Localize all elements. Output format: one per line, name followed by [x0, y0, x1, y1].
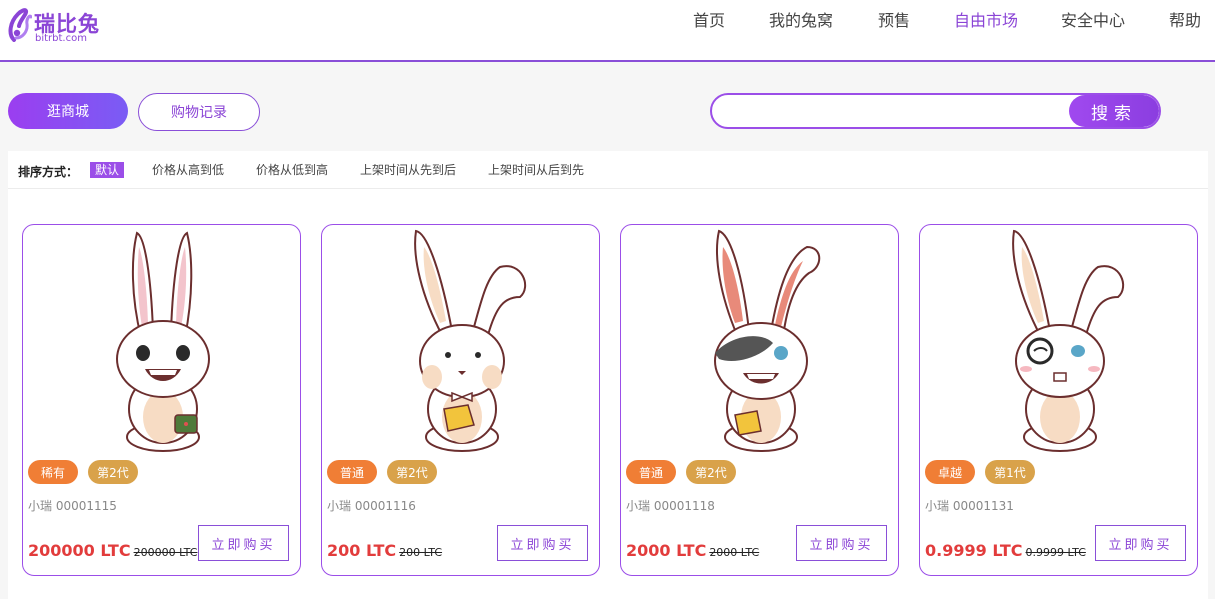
nav-free-market[interactable]: 自由市场 [954, 11, 1018, 31]
nav-my-burrow[interactable]: 我的兔窝 [769, 11, 833, 31]
sort-label: 排序方式： [18, 165, 79, 179]
generation-tag: 第1代 [985, 460, 1035, 484]
search-box: 搜索 [710, 93, 1161, 129]
rarity-tag: 普通 [327, 460, 377, 484]
logo-domain: bitrbt.com [35, 33, 87, 44]
search-input[interactable] [712, 95, 1072, 127]
nav-presale[interactable]: 预售 [878, 11, 910, 31]
rabbit-serial: 小瑞 00001115 [28, 499, 117, 513]
market-panel: 排序方式： 默认 价格从高到低 价格从低到高 上架时间从先到后 上架时间从后到先… [8, 151, 1208, 599]
nav-security-center[interactable]: 安全中心 [1061, 11, 1125, 31]
price-value: 200 LTC [327, 541, 397, 560]
buy-now-button[interactable]: 立即购买 [198, 525, 289, 561]
original-price: 200000 LTC [133, 546, 198, 559]
rabbit-serial: 小瑞 00001131 [925, 499, 1014, 513]
nav-home[interactable]: 首页 [693, 11, 725, 31]
original-price: 0.9999 LTC [1025, 546, 1086, 559]
rarity-tag: 普通 [626, 460, 676, 484]
nav-help[interactable]: 帮助 [1169, 11, 1201, 31]
original-price: 2000 LTC [709, 546, 760, 559]
buy-now-button[interactable]: 立即购买 [796, 525, 887, 561]
rabbit-pirate-grin-image [116, 231, 210, 452]
sort-option-default[interactable]: 默认 [90, 162, 125, 178]
price-value: 200000 LTC [28, 541, 131, 560]
rarity-tag: 卓越 [925, 460, 975, 484]
rabbit-card[interactable]: 稀有 第2代 小瑞 00001115 200000 LTC 200000 LTC … [22, 224, 301, 576]
top-header: 瑞比兔 bitrbt.com 首页 我的兔窝 预售 自由市场 安全中心 帮助 [0, 0, 1215, 62]
rabbit-monocle-image [1012, 229, 1125, 452]
sort-option-price-asc[interactable]: 价格从低到高 [256, 163, 328, 178]
current-price: 200 LTC 200 LTC [327, 541, 442, 560]
purchase-history-button[interactable]: 购物记录 [138, 93, 260, 131]
current-price: 200000 LTC 200000 LTC [28, 541, 197, 560]
current-price: 0.9999 LTC 0.9999 LTC [925, 541, 1086, 560]
sort-option-time-asc[interactable]: 上架时间从先到后 [360, 163, 456, 178]
rabbit-bowtie-image [414, 229, 527, 452]
shop-button[interactable]: 逛商城 [8, 93, 128, 129]
buy-now-button[interactable]: 立即购买 [1095, 525, 1186, 561]
rabbit-card[interactable]: 普通 第2代 小瑞 00001116 200 LTC 200 LTC 立即购买 [321, 224, 600, 576]
sort-option-time-desc[interactable]: 上架时间从后到先 [488, 163, 584, 178]
site-logo[interactable]: 瑞比兔 bitrbt.com [8, 6, 118, 46]
rabbit-card[interactable]: 卓越 第1代 小瑞 00001131 0.9999 LTC 0.9999 LTC … [919, 224, 1198, 576]
price-value: 0.9999 LTC [925, 541, 1023, 560]
rarity-tag: 稀有 [28, 460, 78, 484]
original-price: 200 LTC [399, 546, 443, 559]
search-button[interactable]: 搜索 [1069, 95, 1159, 127]
generation-tag: 第2代 [686, 460, 736, 484]
buy-now-button[interactable]: 立即购买 [497, 525, 588, 561]
rabbit-serial: 小瑞 00001116 [327, 499, 416, 513]
rabbit-card[interactable]: 普通 第2代 小瑞 00001118 2000 LTC 2000 LTC 立即购买 [620, 224, 899, 576]
sort-bar: 排序方式： 默认 价格从高到低 价格从低到高 上架时间从先到后 上架时间从后到先 [8, 151, 1208, 189]
generation-tag: 第2代 [88, 460, 138, 484]
rabbit-logo-icon [8, 8, 32, 42]
sort-option-price-desc[interactable]: 价格从高到低 [152, 163, 224, 178]
rabbit-eyepatch-image [714, 229, 821, 452]
current-price: 2000 LTC 2000 LTC [626, 541, 759, 560]
rabbit-serial: 小瑞 00001118 [626, 499, 715, 513]
price-value: 2000 LTC [626, 541, 707, 560]
generation-tag: 第2代 [387, 460, 437, 484]
